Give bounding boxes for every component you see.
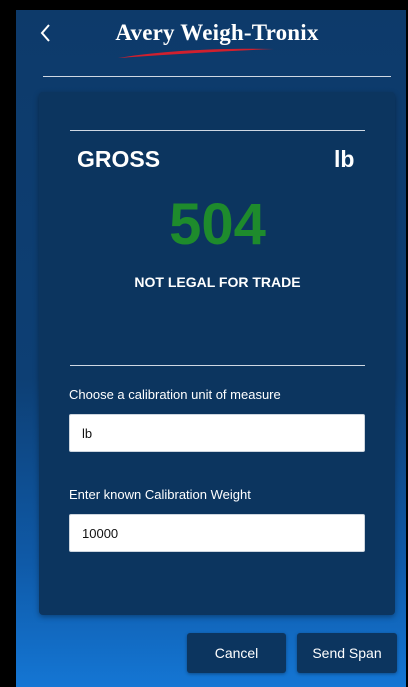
- cancel-button[interactable]: Cancel: [187, 633, 286, 673]
- weight-mode: GROSS: [77, 146, 161, 172]
- status-bar: [16, 0, 408, 10]
- back-button[interactable]: [38, 22, 62, 50]
- weight-unit: lb: [334, 146, 355, 172]
- logo-swoosh: [118, 48, 274, 58]
- calibration-weight-input[interactable]: [69, 514, 365, 552]
- calibration-unit-input[interactable]: [69, 414, 365, 452]
- display-divider-bottom: [70, 365, 365, 366]
- send-span-button[interactable]: Send Span: [297, 633, 397, 673]
- logo-text: Avery Weigh-Tronix: [115, 20, 319, 45]
- header-divider: [43, 76, 391, 77]
- calibration-unit-label: Choose a calibration unit of measure: [69, 387, 281, 402]
- weight-reading: 504: [169, 192, 266, 257]
- legal-status: NOT LEGAL FOR TRADE: [134, 274, 301, 290]
- chevron-left-icon: [40, 24, 50, 42]
- display-divider-top: [70, 130, 365, 131]
- calibration-weight-label: Enter known Calibration Weight: [69, 487, 251, 502]
- brand-logo: Avery Weigh-Tronix: [102, 20, 332, 64]
- app-screen: Avery Weigh-Tronix GROSS lb 504 NOT LEGA…: [16, 0, 408, 687]
